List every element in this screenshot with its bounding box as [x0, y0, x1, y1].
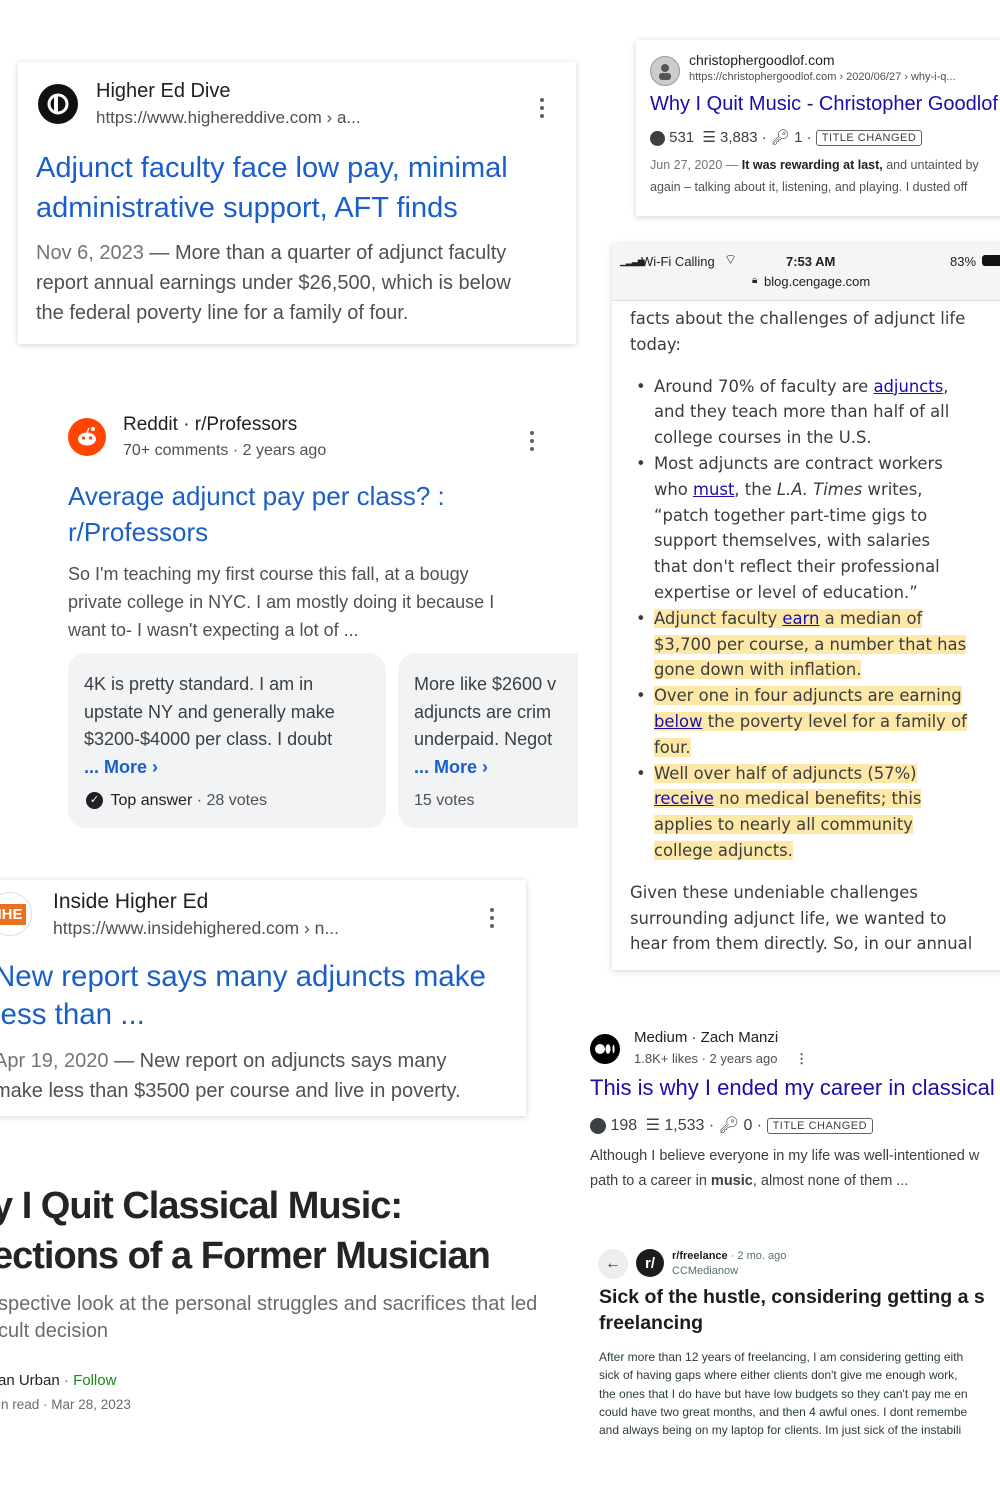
wifi-icon: ⌔: [724, 251, 738, 267]
result-stats: 198 ☰ 1,533 · 🔑︎ 0 · TITLE CHANGED: [590, 1115, 874, 1135]
answer-card[interactable]: 4K is pretty standard. I am in upstate N…: [68, 653, 386, 828]
result-url[interactable]: https://www.highereddive.com › a...: [96, 108, 361, 128]
author-line: an Urban · Follow: [0, 1372, 117, 1389]
answer-card[interactable]: More like $2600 v adjuncts are crim unde…: [398, 653, 578, 828]
result-meta: 70+ comments · 2 years ago: [123, 442, 327, 459]
cengage-phone-screenshot: ▁▂▃▅ Wi-Fi Calling ⌔ 7:53 AM 83% 🔒︎ blog…: [612, 244, 1000, 970]
result-snippet: Jun 27, 2020 — It was rewarding at last,…: [650, 158, 979, 194]
post-title: Sick of the hustle, considering getting …: [599, 1286, 985, 1334]
result-title[interactable]: New report says many adjuncts make less …: [0, 958, 486, 1034]
answer-text: More like $2600 v adjuncts are crim unde…: [414, 671, 556, 781]
ihe-logo-icon: IHE: [0, 892, 32, 936]
battery-level: 83%: [950, 254, 977, 269]
vote-count: 15 votes: [414, 792, 475, 809]
post-author[interactable]: CCMedianow: [672, 1265, 738, 1277]
below-link[interactable]: below: [654, 712, 702, 731]
subreddit-avatar: r/: [636, 1249, 664, 1277]
result-title[interactable]: Adjunct faculty face low pay, minimal ad…: [36, 148, 566, 228]
result-snippet: Although I believe everyone in my life w…: [590, 1148, 980, 1189]
lock-icon: 🔒︎: [752, 275, 758, 286]
key-icon: 🔑︎: [770, 129, 790, 146]
result-meta: 1.8K+ likes · 2 years ago ⋮: [634, 1051, 809, 1066]
medium-logo-icon: [590, 1034, 620, 1064]
status-bar: ▁▂▃▅ Wi-Fi Calling ⌔ 7:53 AM 83% 🔒︎ blog…: [612, 244, 1000, 301]
read-time-line: in read · Mar 28, 2023: [0, 1397, 131, 1412]
word-count-icon: ☰: [645, 1117, 660, 1134]
highereddive-result-card: Higher Ed Dive https://www.highereddive.…: [18, 62, 576, 344]
article-subtitle: spective look at the personal struggles …: [0, 1293, 538, 1342]
article-body: facts about the challenges of adjunct li…: [630, 306, 1000, 957]
post-meta: r/freelance · 2 mo. ago: [672, 1250, 787, 1262]
reddit-result-card: Reddit · r/Professors 70+ comments · 2 y…: [56, 400, 578, 840]
author-avatar: [650, 56, 680, 86]
answer-text: 4K is pretty standard. I am in upstate N…: [84, 671, 335, 781]
earn-link[interactable]: earn: [782, 609, 819, 628]
more-link[interactable]: ... More ›: [84, 754, 335, 782]
result-site-name: Medium · Zach Manzi: [634, 1029, 779, 1046]
key-icon: 🔑︎: [718, 1117, 739, 1134]
bullet-item: • Most adjuncts are contract workers who…: [636, 453, 943, 602]
adjuncts-link[interactable]: adjuncts: [873, 377, 943, 396]
highereddive-logo-icon: [38, 84, 78, 124]
result-date: Nov 6, 2023: [36, 242, 144, 264]
result-snippet: Apr 19, 2020 — New report on adjuncts sa…: [0, 1046, 461, 1106]
receive-link[interactable]: receive: [654, 789, 714, 808]
more-link[interactable]: ... More ›: [414, 754, 556, 782]
more-options-icon[interactable]: [540, 98, 546, 122]
bullet-item: • Over one in four adjuncts are earning …: [636, 686, 967, 757]
result-site-name: christophergoodlof.com: [689, 52, 835, 68]
address-bar[interactable]: blog.cengage.com: [764, 274, 870, 289]
more-options-icon[interactable]: [530, 431, 536, 455]
comment-icon: [650, 130, 665, 146]
clock: 7:53 AM: [786, 254, 836, 269]
subreddit-name[interactable]: r/freelance: [672, 1250, 728, 1262]
result-snippet: Nov 6, 2023 — More than a quarter of adj…: [36, 242, 511, 324]
comment-icon: [590, 1117, 606, 1134]
more-options-icon[interactable]: ⋮: [795, 1051, 808, 1066]
bullet-item: • Well over half of adjuncts (57%) recei…: [636, 763, 922, 860]
goodlof-result-card: christophergoodlof.com https://christoph…: [636, 40, 1000, 216]
carrier-label: Wi-Fi Calling: [641, 254, 715, 269]
bullet-item: • Adjunct faculty earn a median of $3,70…: [636, 608, 967, 680]
result-date: Apr 19, 2020: [0, 1050, 109, 1072]
must-link[interactable]: must: [693, 480, 734, 499]
insidehighered-result-card: IHE Inside Higher Ed https://www.insideh…: [0, 880, 526, 1116]
result-url[interactable]: https://christophergoodlof.com › 2020/06…: [689, 71, 956, 83]
medium-result-card: Medium · Zach Manzi 1.8K+ likes · 2 year…: [580, 1020, 1000, 1200]
more-options-icon[interactable]: [490, 908, 496, 932]
word-count-icon: ☰: [702, 129, 716, 146]
bullet-item: • Around 70% of faculty are adjuncts, an…: [636, 376, 950, 448]
result-snippet: So I'm teaching my first course this fal…: [68, 564, 495, 640]
result-stats: 531 ☰ 3,883 · 🔑︎ 1 · TITLE CHANGED: [650, 128, 923, 147]
result-url[interactable]: https://www.insidehighered.com › n...: [53, 918, 339, 939]
post-body: After more than 12 years of freelancing,…: [599, 1350, 968, 1438]
result-site-name: Reddit · r/Professors: [123, 414, 298, 435]
follow-button[interactable]: Follow: [73, 1372, 116, 1389]
result-title[interactable]: This is why I ended my career in classic…: [590, 1075, 995, 1101]
article-title: y I Quit Classical Music: ections of a F…: [0, 1185, 491, 1277]
result-site-name: Inside Higher Ed: [53, 890, 209, 913]
result-site-name: Higher Ed Dive: [96, 80, 231, 102]
battery-icon: [982, 255, 1000, 266]
author-name[interactable]: an Urban: [0, 1372, 60, 1389]
title-changed-badge: TITLE CHANGED: [766, 1117, 874, 1134]
title-changed-badge: TITLE CHANGED: [815, 130, 923, 147]
result-title[interactable]: Average adjunct pay per class? : r/Profe…: [68, 478, 445, 550]
result-title[interactable]: Why I Quit Music - Christopher Goodlof: [650, 93, 998, 116]
check-circle-icon: ✓: [86, 792, 103, 810]
answer-footer: ✓ Top answer · 28 votes: [86, 792, 267, 810]
top-answer-label: Top answer: [110, 792, 193, 809]
article-header: y I Quit Classical Music: ections of a F…: [0, 1175, 580, 1435]
publish-date: Mar 28, 2023: [51, 1397, 131, 1412]
freelance-post: ← r/ r/freelance · 2 mo. ago CCMedianow …: [590, 1240, 1000, 1450]
reddit-logo-icon: [68, 418, 106, 456]
back-arrow-icon[interactable]: ←: [598, 1249, 628, 1279]
